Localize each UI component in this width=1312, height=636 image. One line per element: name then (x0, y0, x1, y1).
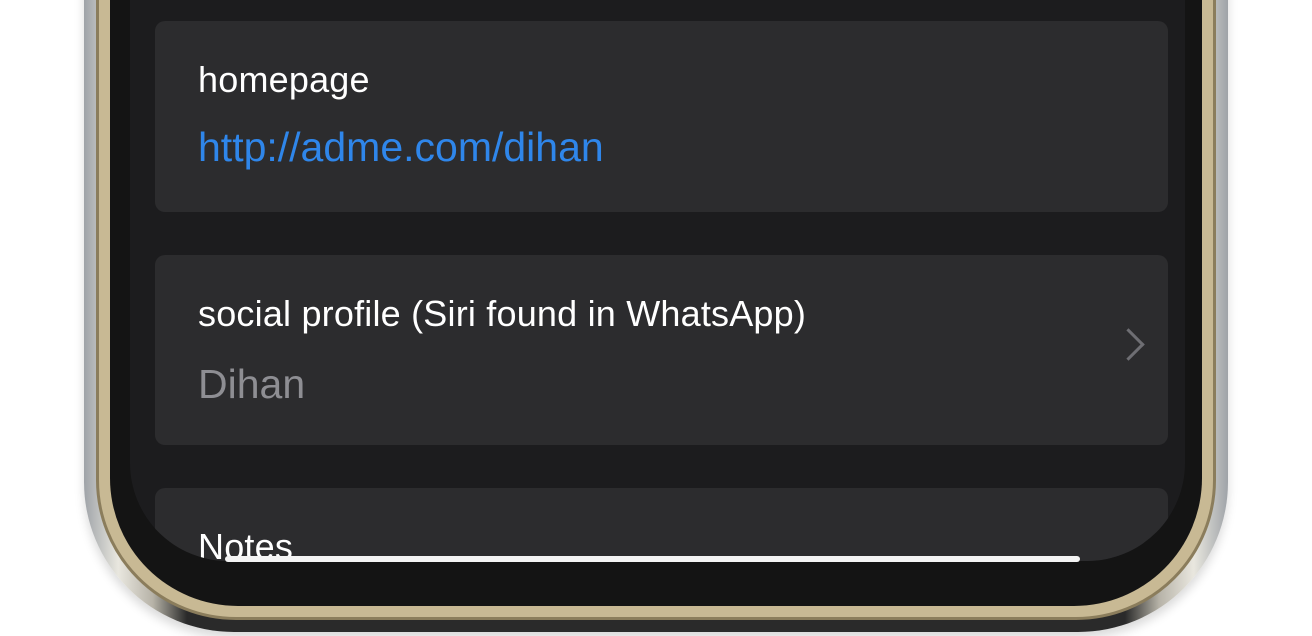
homepage-link[interactable]: http://adme.com/dihan (198, 124, 604, 171)
contact-screen: homepage http://adme.com/dihan social pr… (130, 0, 1185, 561)
notes-card[interactable]: Notes (155, 488, 1168, 561)
screen-bottom-edge (225, 556, 1080, 562)
social-profile-label: social profile (Siri found in WhatsApp) (198, 293, 807, 334)
homepage-label: homepage (198, 59, 370, 100)
social-profile-card[interactable]: social profile (Siri found in WhatsApp) … (155, 255, 1168, 445)
homepage-card[interactable]: homepage http://adme.com/dihan (155, 21, 1168, 212)
social-profile-value: Dihan (198, 361, 306, 407)
chevron-right-icon[interactable] (1112, 328, 1145, 361)
